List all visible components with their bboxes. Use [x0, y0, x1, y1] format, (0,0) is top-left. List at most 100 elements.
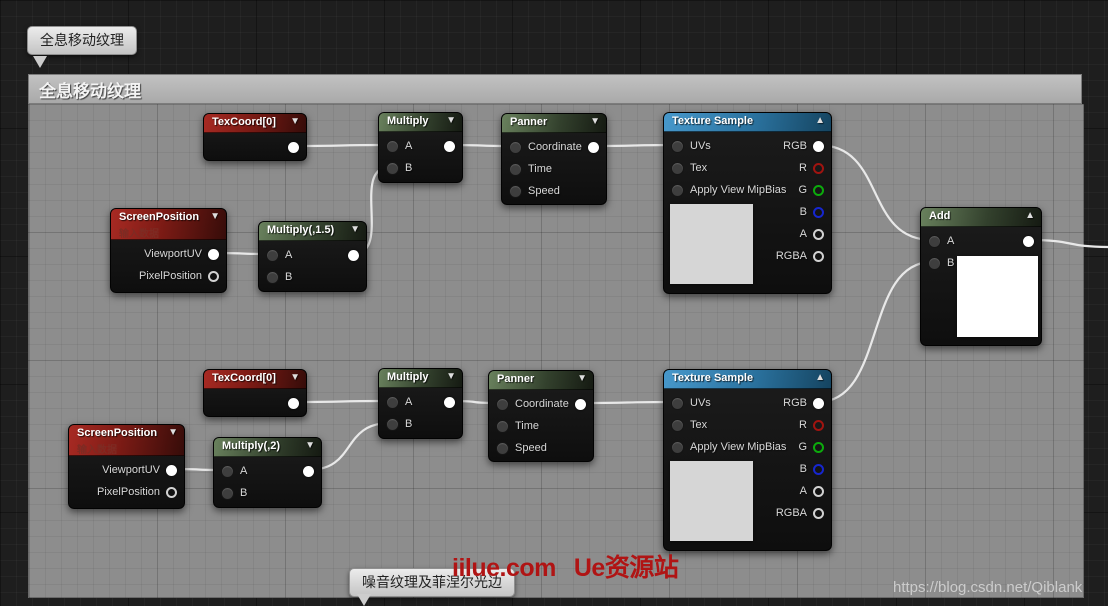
node-texsample-bottom[interactable]: Texture Sample▲UVsTexApply View MipBiasR…	[663, 369, 832, 551]
pin-speed[interactable]	[496, 442, 509, 455]
pin-rgb[interactable]	[813, 398, 824, 409]
pin-out[interactable]	[348, 250, 359, 261]
pin-b[interactable]	[813, 464, 824, 475]
pin-label: B	[285, 271, 292, 283]
pin-a[interactable]	[928, 235, 941, 248]
pin-tex[interactable]	[671, 162, 684, 175]
pin-a[interactable]	[266, 249, 279, 262]
node-texcoord-top[interactable]: TexCoord[0]▼	[203, 113, 307, 161]
input-row: Speed	[496, 437, 547, 459]
pin-label: Coordinate	[515, 398, 569, 410]
node-panner-bottom[interactable]: Panner▼CoordinateTimeSpeed	[488, 370, 594, 462]
pin-label: ViewportUV	[102, 464, 160, 476]
pin-label: Tex	[690, 162, 707, 174]
pin-tex[interactable]	[671, 419, 684, 432]
pin-label: B	[240, 487, 247, 499]
pin-a[interactable]	[386, 140, 399, 153]
pin-uvs[interactable]	[671, 140, 684, 153]
pin-coordinate[interactable]	[496, 398, 509, 411]
pin-b[interactable]	[386, 162, 399, 175]
node-screenposition-bottom[interactable]: ScreenPosition输入数据▼ViewportUVPixelPositi…	[68, 424, 185, 509]
pin-label: ViewportUV	[144, 248, 202, 260]
pin-rgba[interactable]	[813, 508, 824, 519]
pin-time[interactable]	[509, 163, 522, 176]
node-title: Texture Sample	[672, 372, 753, 384]
pin-label: R	[799, 419, 807, 431]
collapse-down-icon[interactable]: ▼	[290, 116, 300, 127]
pin-label: A	[285, 249, 292, 261]
pin-b[interactable]	[813, 207, 824, 218]
pin-label: A	[800, 228, 807, 240]
pin-time[interactable]	[496, 420, 509, 433]
output-row: R	[799, 414, 824, 436]
input-row: B	[386, 157, 412, 179]
output-row: A	[800, 480, 824, 502]
collapse-down-icon[interactable]: ▼	[168, 427, 178, 438]
pin-out[interactable]	[303, 466, 314, 477]
pin-rgb[interactable]	[813, 141, 824, 152]
pin-pixelposition[interactable]	[208, 271, 219, 282]
pin-speed[interactable]	[509, 185, 522, 198]
pin-out[interactable]	[444, 397, 455, 408]
pin-out[interactable]	[444, 141, 455, 152]
node-subtitle: 输入数据	[119, 225, 159, 240]
collapse-up-icon[interactable]: ▲	[815, 372, 825, 383]
collapse-up-icon[interactable]: ▲	[1025, 210, 1035, 221]
collapse-down-icon[interactable]: ▼	[446, 371, 456, 382]
pin-coordinate[interactable]	[509, 141, 522, 154]
input-row: Time	[509, 158, 552, 180]
pin-a[interactable]	[813, 229, 824, 240]
node-texsample-top[interactable]: Texture Sample▲UVsTexApply View MipBiasR…	[663, 112, 832, 294]
collapse-down-icon[interactable]: ▼	[350, 224, 360, 235]
collapse-down-icon[interactable]: ▼	[290, 372, 300, 383]
comment-header[interactable]: 全息移动纹理	[28, 74, 1082, 104]
collapse-up-icon[interactable]: ▲	[815, 115, 825, 126]
pin-a[interactable]	[221, 465, 234, 478]
pin-r[interactable]	[813, 163, 824, 174]
pin-apply-view-mipbias[interactable]	[671, 441, 684, 454]
pin-b[interactable]	[386, 418, 399, 431]
pin-label: RGB	[783, 140, 807, 152]
pin-apply-view-mipbias[interactable]	[671, 184, 684, 197]
watermark-site-domain: iilue.com	[452, 554, 556, 582]
pin-out[interactable]	[1023, 236, 1034, 247]
node-screenposition-top[interactable]: ScreenPosition输入数据▼ViewportUVPixelPositi…	[110, 208, 227, 293]
pin-viewportuv[interactable]	[208, 249, 219, 260]
pin-b[interactable]	[928, 257, 941, 270]
node-title: ScreenPosition	[119, 211, 199, 223]
pin-out[interactable]	[288, 398, 299, 409]
material-graph-canvas[interactable]: 全息移动纹理 TexCoord[0]▼ Multiply▼AB Panner▼Coo…	[0, 0, 1108, 606]
output-row	[348, 244, 359, 266]
pin-out[interactable]	[588, 142, 599, 153]
node-add[interactable]: Add▲AB	[920, 207, 1042, 346]
pin-uvs[interactable]	[671, 397, 684, 410]
collapse-down-icon[interactable]: ▼	[446, 115, 456, 126]
pin-label: A	[240, 465, 247, 477]
collapse-down-icon[interactable]: ▼	[590, 116, 600, 127]
output-row: RGBA	[776, 245, 824, 267]
pin-g[interactable]	[813, 185, 824, 196]
pin-a[interactable]	[813, 486, 824, 497]
pin-b[interactable]	[266, 271, 279, 284]
node-multiply-1-5[interactable]: Multiply(,1.5)▼AB	[258, 221, 367, 292]
pin-b[interactable]	[221, 487, 234, 500]
output-row: ViewportUV	[144, 243, 219, 265]
pin-out[interactable]	[288, 142, 299, 153]
pin-r[interactable]	[813, 420, 824, 431]
pin-label: A	[405, 140, 412, 152]
node-texcoord-bottom[interactable]: TexCoord[0]▼	[203, 369, 307, 417]
node-subtitle: 输入数据	[77, 441, 117, 456]
pin-a[interactable]	[386, 396, 399, 409]
pin-g[interactable]	[813, 442, 824, 453]
pin-pixelposition[interactable]	[166, 487, 177, 498]
pin-rgba[interactable]	[813, 251, 824, 262]
node-multiply-top[interactable]: Multiply▼AB	[378, 112, 463, 183]
collapse-down-icon[interactable]: ▼	[305, 440, 315, 451]
collapse-down-icon[interactable]: ▼	[577, 373, 587, 384]
node-multiply-bottom[interactable]: Multiply▼AB	[378, 368, 463, 439]
collapse-down-icon[interactable]: ▼	[210, 211, 220, 222]
pin-viewportuv[interactable]	[166, 465, 177, 476]
pin-out[interactable]	[575, 399, 586, 410]
node-multiply-2[interactable]: Multiply(,2)▼AB	[213, 437, 322, 508]
node-panner-top[interactable]: Panner▼CoordinateTimeSpeed	[501, 113, 607, 205]
